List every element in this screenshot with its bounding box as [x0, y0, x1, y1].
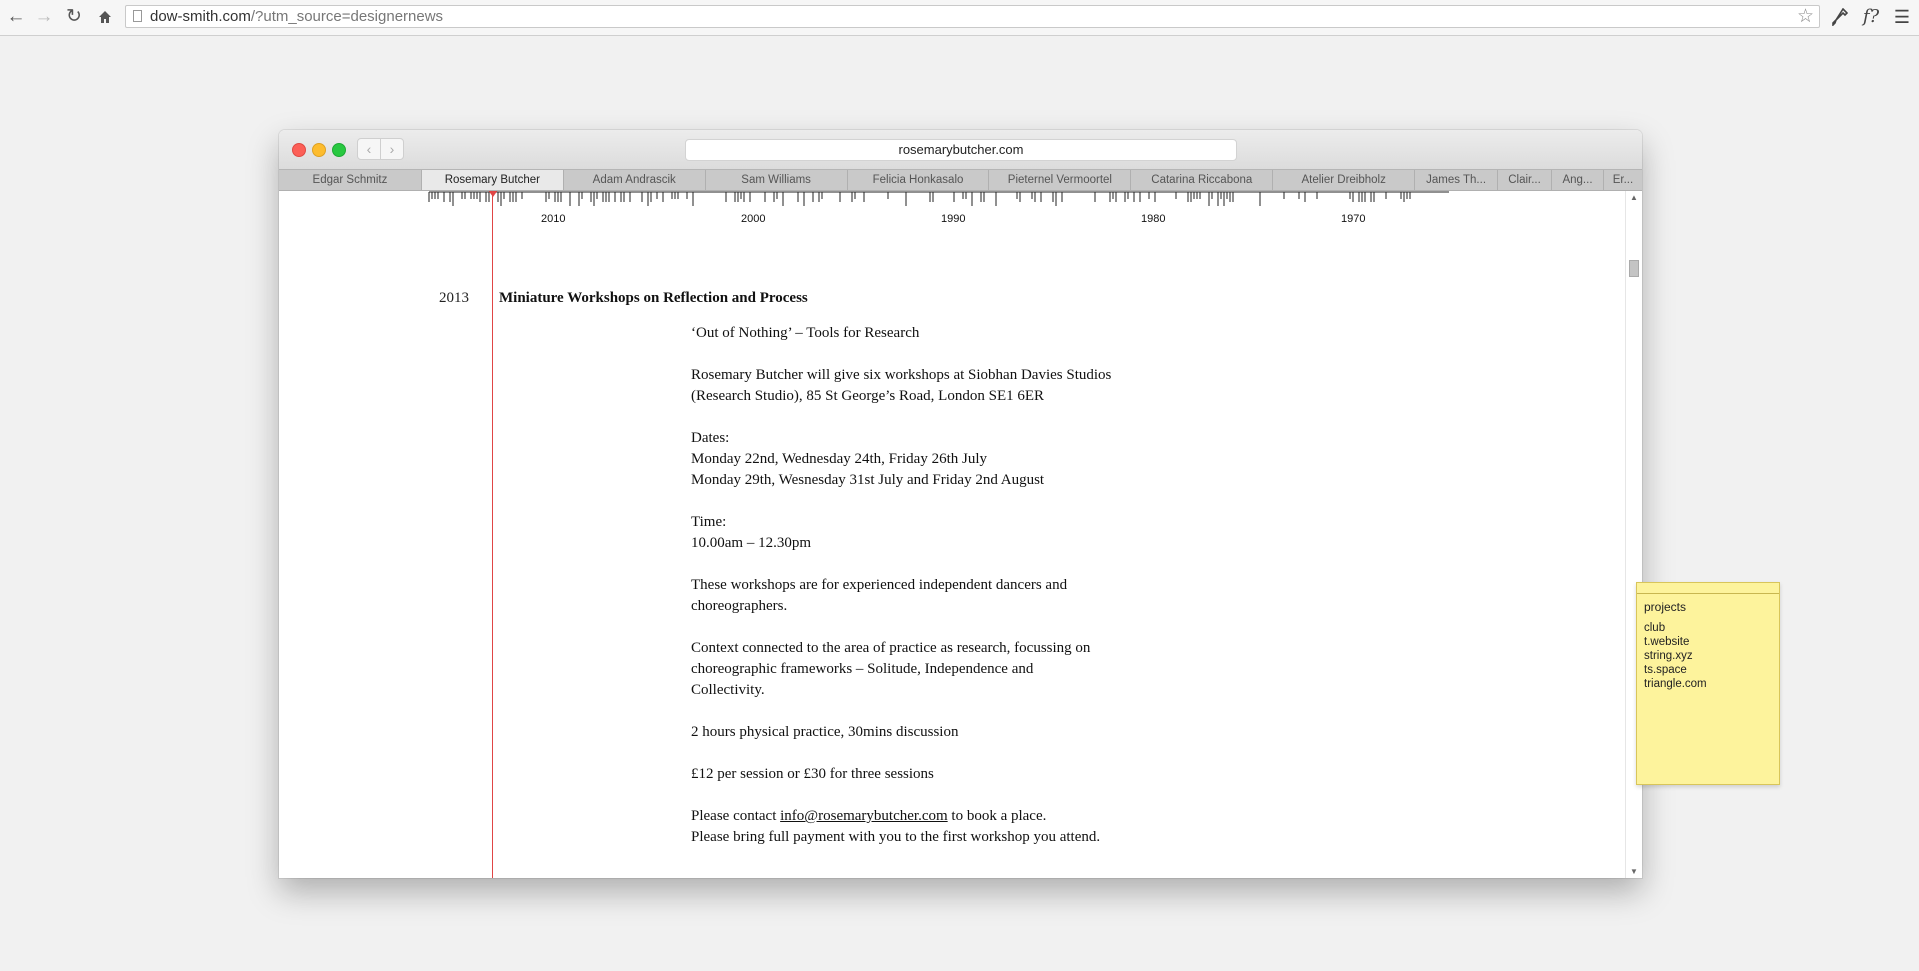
sticky-note-item[interactable]: t.website — [1644, 635, 1707, 649]
timeline-current-line — [492, 191, 493, 878]
font-extension-icon[interactable]: f? — [1858, 5, 1884, 29]
timeline-year-label: 2010 — [541, 213, 565, 225]
timeline-year-label: 2000 — [741, 213, 765, 225]
sticky-note-header — [1637, 583, 1779, 594]
dropper-extension-icon[interactable] — [1829, 5, 1851, 29]
entry-intro-line: (Research Studio), 85 St George’s Road, … — [691, 388, 1045, 404]
sticky-note-title: projects — [1644, 600, 1687, 614]
time-label: Time: — [691, 514, 727, 530]
scroll-down-icon[interactable]: ▼ — [1630, 867, 1638, 876]
tab-ang[interactable]: Ang... — [1552, 170, 1604, 190]
timeline[interactable]: 2010 2000 1990 1980 1970 — [279, 191, 1625, 233]
mock-browser-window: ‹ › rosemarybutcher.com Edgar Schmitz Ro… — [279, 130, 1642, 878]
timeline-current-marker[interactable] — [488, 191, 498, 197]
contact-email-link[interactable]: info@rosemarybutcher.com — [780, 808, 948, 824]
back-arrow-icon[interactable]: ← — [5, 6, 27, 28]
timeline-year-label: 1990 — [941, 213, 965, 225]
audience-line: choreographers. — [691, 598, 788, 614]
context-line: Collectivity. — [691, 682, 765, 698]
dates-line: Monday 29th, Wesnesday 31st July and Fri… — [691, 472, 1045, 488]
reload-icon[interactable]: ↻ — [63, 6, 85, 28]
payment-text: Please bring full payment with you to th… — [691, 829, 1101, 845]
price-text: £12 per session or £30 for three session… — [691, 766, 934, 782]
audience-line: These workshops are for experienced inde… — [691, 577, 1068, 593]
mock-titlebar: ‹ › rosemarybutcher.com — [279, 130, 1642, 169]
format-text: 2 hours physical practice, 30mins discus… — [691, 724, 959, 740]
close-icon[interactable] — [292, 143, 306, 157]
scrollbar-thumb[interactable] — [1629, 260, 1639, 277]
tab-felicia-honkasalo[interactable]: Felicia Honkasalo — [848, 170, 990, 190]
entry-year: 2013 — [439, 290, 469, 306]
timeline-year-label: 1970 — [1341, 213, 1365, 225]
mock-back-icon[interactable]: ‹ — [357, 138, 381, 160]
bookmark-star-icon[interactable]: ☆ — [1797, 6, 1814, 28]
address-url: dow-smith.com/?utm_source=designernews — [150, 8, 444, 25]
sticky-note-item[interactable]: club — [1644, 621, 1707, 635]
tab-er[interactable]: Er... — [1604, 170, 1642, 190]
tab-edgar-schmitz[interactable]: Edgar Schmitz — [279, 170, 422, 190]
menu-icon[interactable]: ☰ — [1891, 5, 1913, 29]
dates-label: Dates: — [691, 430, 730, 446]
tab-atelier-dreibholz[interactable]: Atelier Dreibholz — [1273, 170, 1416, 190]
tab-sam-williams[interactable]: Sam Williams — [706, 170, 848, 190]
entry-intro-line: Rosemary Butcher will give six workshops… — [691, 367, 1112, 383]
maximize-icon[interactable] — [332, 143, 346, 157]
browser-toolbar: ← → ↻ dow-smith.com/?utm_source=designer… — [0, 0, 1919, 36]
tab-adam-andrascik[interactable]: Adam Andrascik — [564, 170, 706, 190]
sticky-note-item[interactable]: string.xyz — [1644, 649, 1707, 663]
entry-title[interactable]: Miniature Workshops on Reflection and Pr… — [499, 290, 808, 307]
mock-forward-icon[interactable]: › — [380, 138, 404, 160]
address-bar[interactable]: dow-smith.com/?utm_source=designernews ☆ — [125, 5, 1820, 28]
scroll-up-icon[interactable]: ▲ — [1630, 193, 1638, 202]
sticky-note-item[interactable]: triangle.com — [1644, 677, 1707, 691]
minimize-icon[interactable] — [312, 143, 326, 157]
page-content: 2010 2000 1990 1980 1970 2013 Miniature … — [279, 191, 1625, 878]
sticky-note-item[interactable]: ts.space — [1644, 663, 1707, 677]
home-icon[interactable] — [94, 6, 116, 28]
sticky-note[interactable]: projects club t.website string.xyz ts.sp… — [1636, 582, 1780, 785]
entry-body: ‘Out of Nothing’ – Tools for Research Ro… — [691, 323, 1131, 869]
tab-james[interactable]: James Th... — [1415, 170, 1499, 190]
contact-pre: Please contact — [691, 808, 781, 824]
contact-post: to book a place. — [947, 808, 1047, 824]
tab-catarina-riccabona[interactable]: Catarina Riccabona — [1131, 170, 1274, 190]
mock-tab-bar: Edgar Schmitz Rosemary Butcher Adam Andr… — [279, 169, 1642, 191]
context-line: choreographic frameworks – Solitude, Ind… — [691, 661, 1034, 677]
forward-arrow-icon[interactable]: → — [33, 6, 55, 28]
mock-address-bar[interactable]: rosemarybutcher.com — [685, 139, 1237, 161]
sticky-note-list: club t.website string.xyz ts.space trian… — [1644, 621, 1707, 691]
time-value: 10.00am – 12.30pm — [691, 535, 811, 551]
page-icon — [133, 10, 142, 22]
context-line: Context connected to the area of practic… — [691, 640, 1091, 656]
dates-line: Monday 22nd, Wednesday 24th, Friday 26th… — [691, 451, 987, 467]
tab-rosemary-butcher[interactable]: Rosemary Butcher — [421, 170, 564, 190]
entry-subtitle: ‘Out of Nothing’ – Tools for Research — [691, 325, 920, 341]
timeline-year-label: 1980 — [1141, 213, 1165, 225]
tab-pieternel-vermoortel[interactable]: Pieternel Vermoortel — [989, 170, 1132, 190]
tab-clair[interactable]: Clair... — [1498, 170, 1553, 190]
